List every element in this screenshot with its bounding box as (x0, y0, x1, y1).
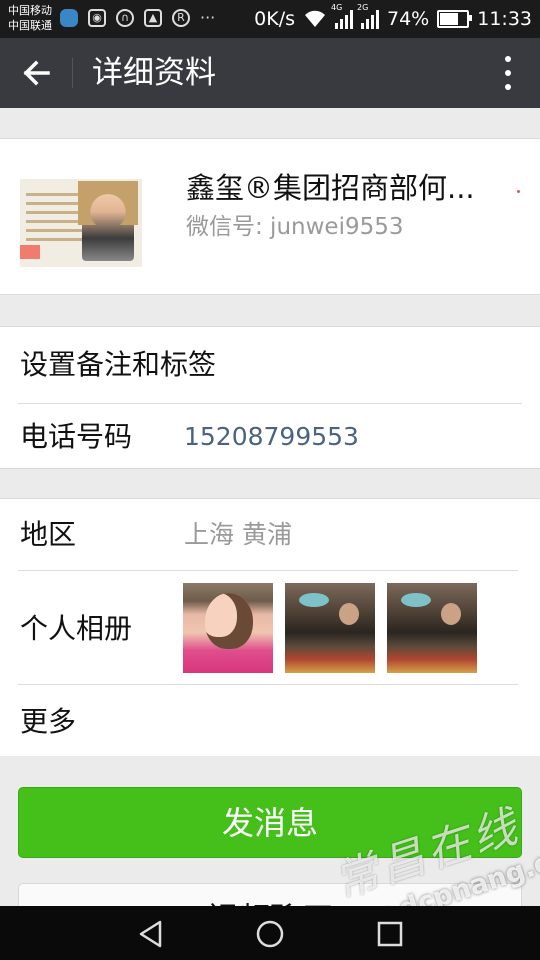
status-bar: 中国移动 中国联通 ◉ ∩ ▲ R ··· 0K/s 4G 2G 74% 11:… (0, 0, 540, 38)
album-photo[interactable] (285, 583, 375, 673)
decorative-dot (517, 190, 520, 193)
phone-number[interactable]: 15208799553 (184, 419, 359, 455)
system-nav-bar (0, 906, 540, 960)
remark-phone-section: 设置备注和标签 电话号码 15208799553 (0, 326, 540, 469)
carrier-1: 中国移动 (8, 4, 52, 17)
phone-label: 电话号码 (20, 420, 133, 453)
more-label[interactable]: 更多 (20, 704, 76, 740)
nav-recents-icon[interactable] (375, 919, 405, 949)
divider (18, 684, 518, 685)
wifi-icon (305, 10, 325, 28)
clock: 11:33 (477, 8, 532, 30)
nav-back-icon[interactable] (136, 919, 166, 949)
signal-2-icon: 2G (357, 3, 379, 29)
album-photo[interactable] (387, 583, 477, 673)
page-title: 详细资料 (92, 55, 216, 91)
more-menu-icon[interactable] (502, 56, 514, 90)
set-remark-and-tags[interactable]: 设置备注和标签 (20, 347, 216, 383)
carrier-2: 中国联通 (8, 19, 52, 32)
title-divider (72, 58, 73, 88)
more-notifications-icon: ··· (200, 8, 216, 27)
status-right: 0K/s 4G 2G 74% 11:33 (254, 3, 532, 30)
signal-1-icon: 4G (331, 3, 353, 29)
back-arrow-icon[interactable] (18, 54, 56, 92)
image-icon: ▲ (144, 9, 162, 27)
wechat-id: 微信号: junwei9553 (186, 214, 404, 240)
album-label[interactable]: 个人相册 (20, 611, 132, 647)
notification-icons: ◉ ∩ ▲ R ··· (60, 9, 215, 27)
signal-2-tag: 2G (357, 3, 369, 12)
registered-icon: R (172, 9, 190, 27)
region-label: 地区 (20, 518, 77, 551)
signal-1-tag: 4G (331, 3, 343, 12)
album-photo[interactable] (183, 583, 273, 673)
battery-percent: 74% (387, 8, 430, 30)
info-section: 地区 上海 黄浦 个人相册 更多 (0, 498, 540, 756)
title-bar: 详细资料 (0, 38, 540, 108)
divider (18, 570, 518, 571)
app-notification-icon (60, 9, 78, 27)
net-speed: 0K/s (254, 8, 295, 30)
divider (18, 403, 522, 404)
carrier-labels: 中国移动 中国联通 (8, 3, 52, 33)
camera-icon: ◉ (88, 9, 106, 27)
vpn-lock-icon: ∩ (116, 9, 134, 27)
contact-name: 鑫玺®集团招商部何... (186, 171, 475, 205)
region-value: 上海 黄浦 (184, 520, 292, 549)
battery-icon (437, 10, 473, 28)
avatar[interactable] (20, 179, 142, 267)
nav-home-icon[interactable] (255, 919, 285, 949)
